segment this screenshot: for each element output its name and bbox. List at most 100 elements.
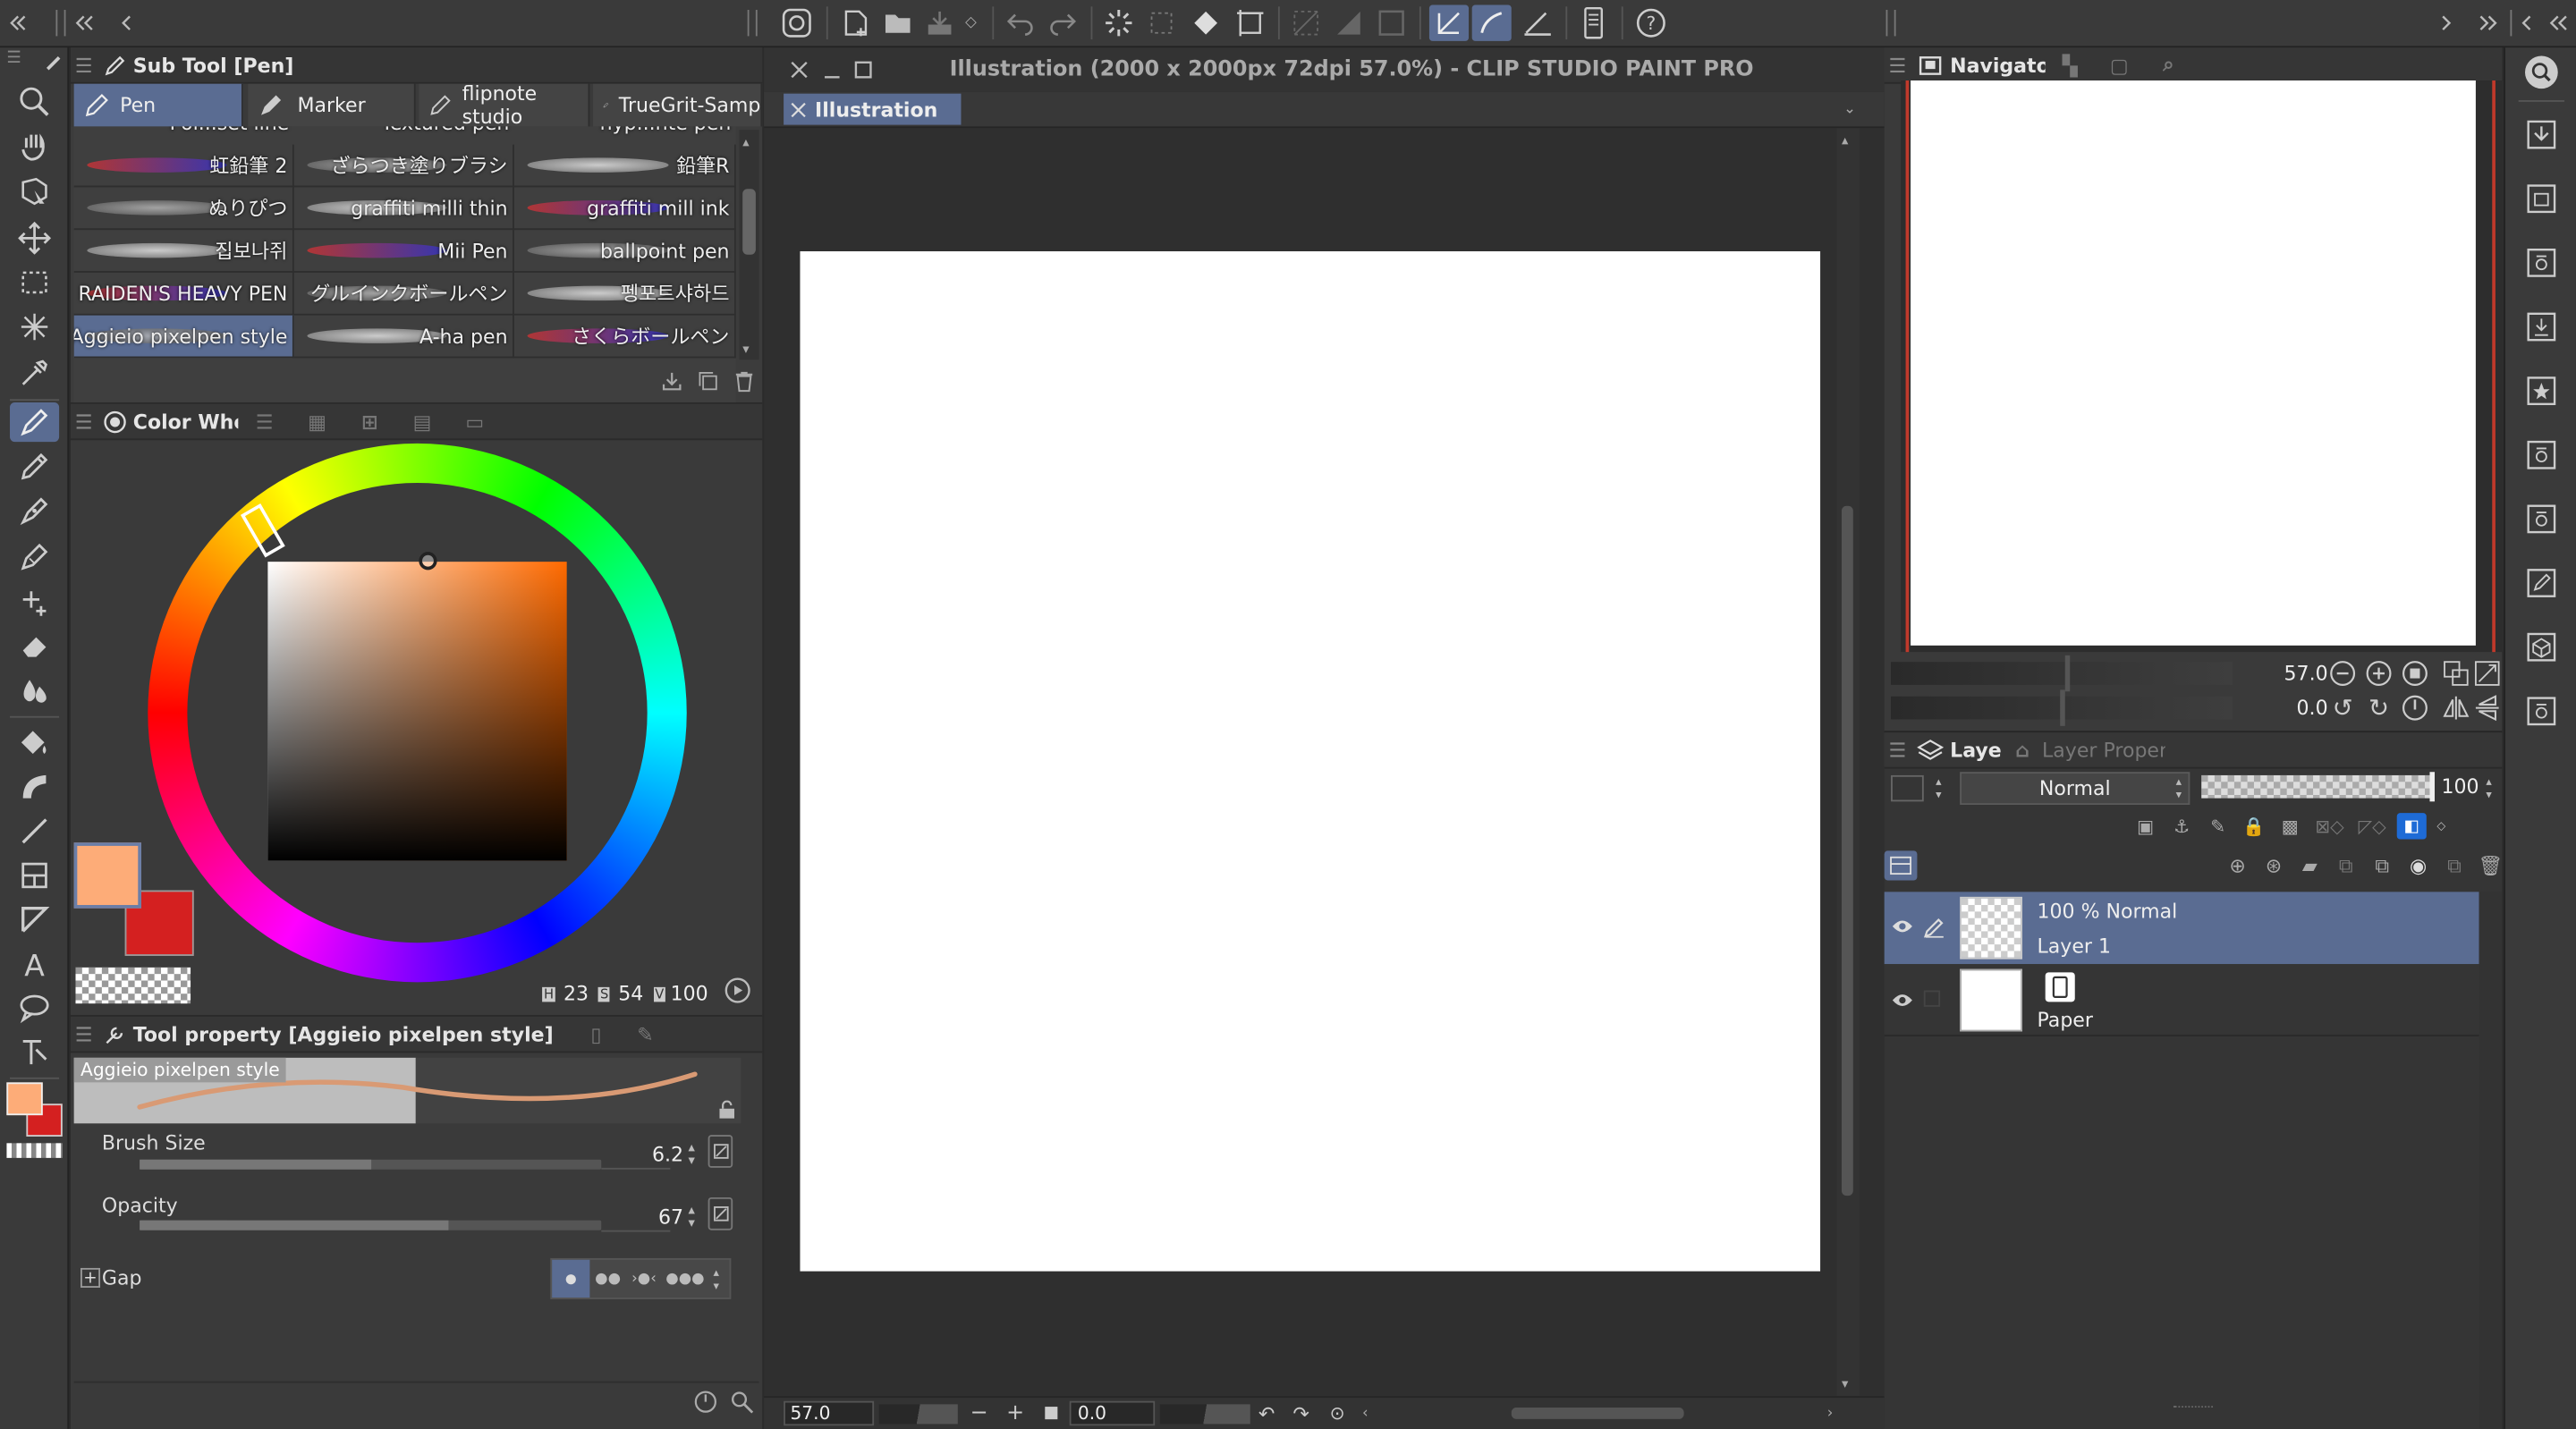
transform-icon[interactable] [1233,6,1268,39]
brush-item[interactable]: ざらつき塗りブラシ [293,144,514,188]
merge-layer-icon[interactable]: ⧉ [2368,853,2397,878]
subtool-tab-truegrit[interactable]: TrueGrit-Samp [593,83,763,127]
rotation-slider[interactable] [1159,1404,1250,1425]
gap-none-option[interactable]: ● [552,1259,590,1298]
actual-size-icon[interactable] [2441,659,2470,689]
material-star-icon[interactable] [2521,371,2561,410]
navigator-view[interactable] [1901,80,2504,653]
saturation-value-square[interactable] [267,562,567,861]
sub-view-tab-icon[interactable]: ▚ [2046,54,2095,77]
menu-grip-icon[interactable]: ☰ [71,1022,97,1045]
blend-mode-select[interactable]: Normal ▴ ▾ [1960,772,2190,805]
opacity-spinner[interactable]: ▴ ▾ [685,1201,699,1234]
tab-dropdown-icon[interactable]: ⌄ [1840,98,1860,122]
opacity-value[interactable]: 67 [634,1205,683,1229]
intermediate-color-tab-icon[interactable]: ⊞ [343,410,396,433]
eyedropper-tool[interactable] [10,353,59,393]
menu-grip-icon[interactable]: ☰ [6,49,21,67]
apply-mask-icon[interactable]: ⧉ [2439,853,2469,878]
gap-spinner[interactable]: ▴ ▾ [708,1260,724,1298]
play-circle-icon[interactable] [723,976,752,1005]
reference-layer-icon[interactable]: ⚓ [2167,816,2197,837]
collapse-left-icon[interactable] [6,10,30,36]
menu-grip-icon[interactable]: ☰ [1885,54,1911,77]
brush-item[interactable]: さくらボールペン [513,315,736,359]
settings-dial-icon[interactable] [690,1386,719,1416]
layer-property-tab[interactable]: Layer Property [2042,739,2165,762]
material-library-icon[interactable] [2521,691,2561,731]
clip-layer-icon[interactable]: ▣ [2131,816,2160,837]
tablet-icon[interactable] [1575,6,1611,39]
brush-item[interactable]: RAIDEN'S HEAVY PEN [73,272,294,316]
resize-grip[interactable] [2173,1406,2214,1412]
material-import-icon[interactable] [2521,307,2561,346]
layer-color-spinner[interactable]: ◇ [2433,820,2449,833]
pressure-settings-icon[interactable] [708,1135,733,1168]
snap-ruler-icon[interactable] [1290,6,1323,39]
search-tab-icon[interactable]: ⌕ [2144,53,2193,78]
ruler-options-icon[interactable]: ◸◇ [2354,816,2390,837]
chevron-right-icon[interactable] [2436,10,2456,36]
layer-tree-toggle-icon[interactable] [1884,850,1918,881]
brush-item-selected[interactable]: Aggieio pixelpen style [73,315,294,359]
fit-screen-icon[interactable]: ■ [1040,1401,1063,1426]
balloon-tool[interactable] [10,989,59,1028]
brush-item[interactable]: ぬりぴつ [73,187,294,231]
edit-pen-icon[interactable] [1919,913,1948,939]
transfer-down-icon[interactable]: ⧉ [2331,853,2360,878]
rotate-right-icon[interactable]: ↷ [1290,1401,1313,1426]
canvas-horizontal-scrollbar[interactable] [1380,1403,1824,1425]
draft-layer-icon[interactable]: ✎ [2203,816,2233,837]
subtool-tab-pen[interactable]: Pen [73,83,243,127]
create-mask-icon[interactable]: ◉ [2403,854,2433,877]
subtool-tab-flipnote[interactable]: flipnote studio [419,82,590,128]
color-set-tab-icon[interactable]: ▦ [291,410,343,433]
brush-item[interactable]: Mii Pen [293,230,514,273]
gap-selector[interactable]: ● ●● ›●‹ ●●● ▴ ▾ [550,1257,732,1299]
transparent-color-chip[interactable] [6,1143,63,1158]
brush-item[interactable]: hyp...nte pen [514,126,736,144]
layer-opacity-slider[interactable] [2201,772,2435,802]
airbrush-tool[interactable] [10,537,59,577]
object-select-tool[interactable] [10,173,59,212]
layer-opacity-value[interactable]: 100 [2439,775,2479,799]
open-folder-icon[interactable] [882,6,915,39]
brush-size-value[interactable]: 6.2 [634,1143,683,1166]
canvas-angle-field[interactable]: 0.0 [1069,1400,1156,1426]
frame-border-tool[interactable] [10,856,59,895]
wrench-search-icon[interactable] [726,1386,756,1416]
color-history-tab-icon[interactable]: ▭ [448,410,501,433]
auto-select-tool[interactable] [10,307,59,346]
eraser-tool[interactable] [10,628,59,667]
gap-large-option[interactable]: ●●● [662,1260,708,1298]
layer-opacity-spinner[interactable]: ▴ ▾ [2480,775,2496,801]
brush-item[interactable]: グルインクボールペン [293,272,514,316]
brush-item[interactable]: Pol...set line [74,126,294,144]
opacity-settings-icon[interactable] [708,1196,733,1230]
download-icon[interactable] [657,367,687,396]
mask-options-icon[interactable]: ⊠◇ [2311,816,2347,837]
main-color-chip[interactable] [73,842,141,909]
transparent-color-chip[interactable] [75,967,191,1004]
zoom-in-icon[interactable] [2364,659,2394,689]
new-vector-layer-icon[interactable]: ⊛ [2258,854,2288,877]
reset-rotation-icon[interactable]: ⊙ [1326,1401,1349,1426]
material-edit-icon[interactable] [2521,563,2561,603]
brush-item[interactable]: 鉛筆R [513,144,736,188]
gap-medium-option[interactable]: ›●‹ [626,1260,662,1298]
gap-small-option[interactable]: ●● [589,1260,625,1298]
brush-size-spinner[interactable]: ▴ ▾ [685,1138,699,1171]
rotate-left-icon[interactable]: ↺ [2328,693,2358,723]
zoom-out-icon[interactable] [2328,659,2358,689]
brush-item[interactable]: 펭포트샤하드 [513,272,736,316]
clear-selection-icon[interactable] [1145,6,1178,39]
close-icon[interactable] [787,57,810,80]
material-photo-icon[interactable] [2521,499,2561,538]
smooth-stroke-icon[interactable] [1471,4,1512,41]
menu-grip-icon[interactable]: ☰ [71,54,97,77]
navigator-zoom-slider[interactable] [1891,655,2233,692]
rotate-left-icon[interactable]: ↶ [1255,1401,1278,1426]
layer-row-selected[interactable]: 100 % Normal Layer 1 [1884,892,2479,965]
flip-horizontal-icon[interactable] [2441,693,2470,723]
navigator-zoom-value[interactable]: 57.0 [2258,662,2328,685]
